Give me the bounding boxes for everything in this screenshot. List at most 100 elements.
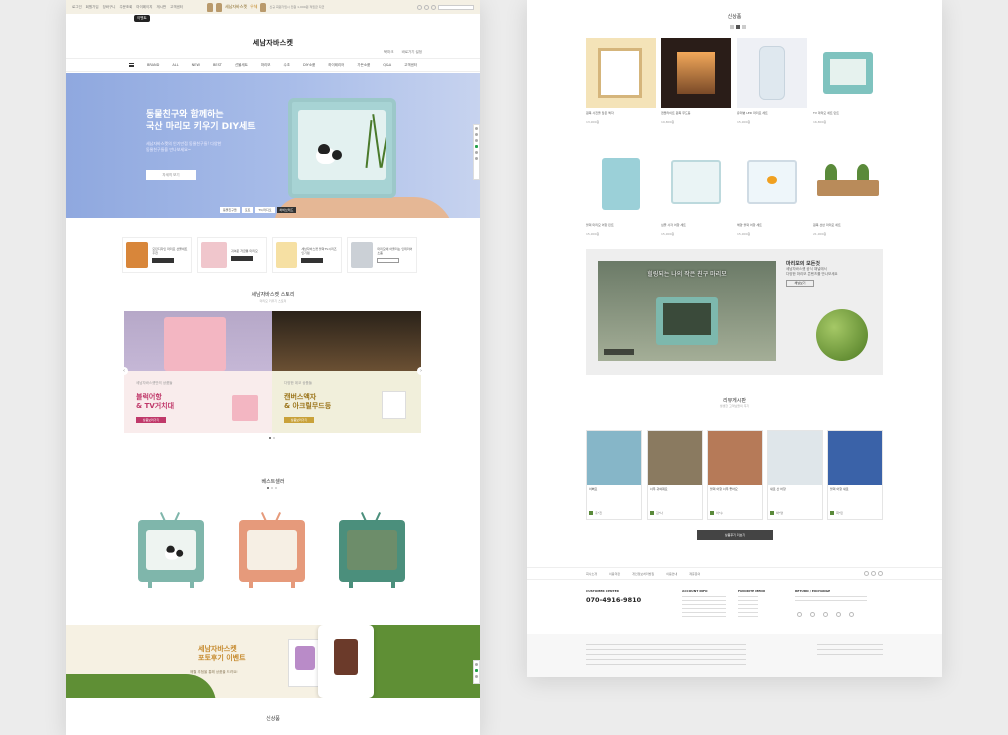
quick-icon[interactable]	[475, 675, 478, 678]
quick-icon[interactable]	[475, 127, 478, 130]
photo-review-event-banner[interactable]: 세남자바스켓 포토후기 이벤트 매월 추첨을 통해 상품을 드려요!	[66, 625, 480, 698]
list-toggle[interactable]	[736, 25, 740, 29]
quick-icon[interactable]	[475, 133, 478, 136]
nav-item[interactable]: 수초	[284, 63, 290, 68]
category-card[interactable]: 세남자바스켓 블럭TV시리즈 인기템	[272, 237, 342, 273]
story-next-arrow[interactable]: ›	[417, 367, 425, 375]
hero-banner[interactable]: 동물친구와 함께하는 국산 마리모 키우기 DIY세트 세남자바스켓의 인기만점 …	[66, 73, 480, 218]
page-dot[interactable]	[267, 487, 269, 489]
category-card[interactable]: 마리모에 어울리는 인테리어 소품	[347, 237, 417, 273]
nav-item[interactable]: ALL	[172, 63, 178, 67]
event-badge[interactable]: 이벤트	[134, 15, 150, 22]
shortcut-icon[interactable]	[836, 612, 841, 617]
page-dot[interactable]	[273, 437, 275, 439]
product-card[interactable]: 캔들라이트 원목 무드등 19,800원	[661, 38, 731, 124]
shortcut-icon[interactable]	[797, 612, 802, 617]
shortcut-icon[interactable]	[849, 612, 854, 617]
quick-icon[interactable]	[475, 663, 478, 666]
category-button[interactable]	[301, 258, 324, 263]
nav-item[interactable]: 선물세트	[235, 63, 248, 68]
nav-item[interactable]: BRAND	[147, 63, 159, 67]
shortcut-link[interactable]: 바로가기 설정	[402, 50, 422, 55]
brand-logo[interactable]: 세남자바스켓	[66, 38, 480, 48]
product-card[interactable]: 원목 선반 마리모 세트 21,900원	[813, 150, 883, 236]
top-link[interactable]: 고객센터	[170, 5, 183, 10]
review-card[interactable]: 이뻐요 홍*진	[586, 430, 642, 520]
category-card[interactable]: 귀여운 저금통 마리모	[197, 237, 267, 273]
promo-notice[interactable]: 세남자바스켓 우체 신규 회원가입시 전원 1,000원 적립금 지급	[207, 2, 324, 12]
quick-icon[interactable]	[475, 151, 478, 154]
quick-icon[interactable]	[475, 139, 478, 142]
story-button[interactable]: 상품보러가기	[284, 417, 314, 423]
sns-icon[interactable]	[878, 571, 883, 576]
footer-link[interactable]: 회사소개	[586, 572, 597, 576]
hero-tab[interactable]: TV/라디오	[255, 207, 275, 213]
story-image-block[interactable]	[124, 311, 272, 371]
shortcut-icon[interactable]	[810, 612, 815, 617]
footer-link[interactable]: 이용약관	[609, 572, 620, 576]
category-button[interactable]	[152, 258, 175, 263]
page-dot[interactable]	[275, 487, 277, 489]
product-card[interactable]: 해양 블럭 어항 세트 15,900원	[737, 150, 807, 236]
top-link[interactable]: 로그인	[72, 5, 82, 10]
sns-icon[interactable]	[871, 571, 876, 576]
review-card[interactable]: 블럭 어항 새로 최*민	[827, 430, 883, 520]
category-button[interactable]	[377, 258, 400, 263]
nav-item[interactable]: 가든소품	[357, 63, 370, 68]
footer-link[interactable]: 제휴문의	[689, 572, 700, 576]
search-input[interactable]	[438, 4, 474, 10]
footer-link[interactable]: 개인정보처리방침	[632, 572, 654, 576]
nav-item[interactable]: Q&A	[383, 63, 391, 67]
nav-item[interactable]: 하이테리어	[328, 63, 344, 68]
naver-talk-icon[interactable]	[475, 145, 478, 148]
instagram-icon[interactable]	[417, 4, 422, 10]
bestseller-product[interactable]	[138, 512, 204, 588]
product-card[interactable]: 원목 사진을 담은 액자 13,900원	[586, 38, 656, 124]
hero-tab[interactable]: 하비브레드	[276, 207, 297, 213]
bookmark-link[interactable]: 북마크	[384, 50, 394, 55]
category-card[interactable]: 모던디자인 마리모 선물세트 추천	[122, 237, 192, 273]
product-card[interactable]: 심플 사각 어항 세트 15,900원	[661, 150, 731, 236]
nav-item[interactable]: 마리모	[261, 63, 271, 68]
bestseller-product[interactable]	[339, 512, 405, 588]
quick-icon[interactable]	[475, 157, 478, 160]
nav-item[interactable]: DIY소품	[303, 63, 315, 68]
top-link[interactable]: 마이페이지	[136, 5, 152, 10]
nav-item[interactable]: NEW	[192, 63, 200, 67]
category-button[interactable]	[231, 256, 253, 261]
hero-tab[interactable]: 동물친구들	[220, 207, 240, 213]
nav-item[interactable]: 고객센터	[404, 63, 417, 68]
page-dot[interactable]	[271, 487, 273, 489]
review-card[interactable]: 블럭 어항 너무 좋아요 이*수	[707, 430, 763, 520]
shortcut-icon[interactable]	[823, 612, 828, 617]
grid-toggle[interactable]	[730, 25, 734, 29]
blog-icon[interactable]	[424, 4, 429, 10]
youtube-icon[interactable]	[431, 4, 436, 10]
product-card[interactable]: 블럭 마리모 어항 민트 15,900원	[586, 150, 656, 236]
top-link[interactable]: 주문조회	[119, 5, 132, 10]
youtube-player[interactable]: 힐링되는 나의 작은 친구 마리모	[598, 261, 776, 361]
youtube-watch-bar[interactable]	[604, 349, 634, 355]
sns-icon[interactable]	[864, 571, 869, 576]
story-image-lamp[interactable]	[272, 311, 421, 371]
hero-button[interactable]: 자세히 보기	[146, 170, 196, 180]
bestseller-product[interactable]	[239, 512, 305, 588]
more-reviews-button[interactable]: 상품후기 더보기	[697, 530, 773, 540]
product-card[interactable]: 유리병 LED 마리모 세트 15,900원	[737, 38, 807, 124]
hero-tab[interactable]: 포토	[241, 207, 254, 213]
review-card[interactable]: 새로 산 어항 박*영	[767, 430, 823, 520]
footer-link[interactable]: 이용안내	[666, 572, 677, 576]
grid-toggle[interactable]	[742, 25, 746, 29]
top-link[interactable]: 게시판	[156, 5, 166, 10]
nav-item[interactable]: BEST	[213, 63, 222, 67]
review-card[interactable]: 너무 귀여워요 김*나	[647, 430, 703, 520]
channel-button[interactable]: 채널보기	[786, 280, 814, 287]
naver-talk-icon[interactable]	[475, 669, 478, 672]
menu-icon[interactable]	[128, 63, 134, 67]
story-button[interactable]: 상품보러가기	[136, 417, 166, 423]
top-link[interactable]: 회원가입	[86, 5, 99, 10]
product-card[interactable]: TV 마리모 세트 민트 16,800원	[813, 38, 883, 124]
page-dot[interactable]	[269, 437, 271, 439]
top-link[interactable]: 장바구니	[103, 5, 116, 10]
story-prev-arrow[interactable]: ‹	[120, 367, 128, 375]
